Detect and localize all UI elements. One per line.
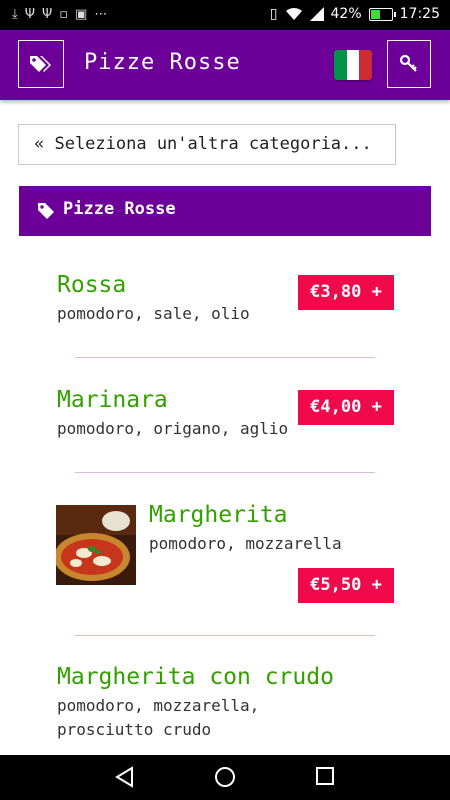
product-description: pomodoro, mozzarella <box>149 534 342 553</box>
product-name: Marinara <box>57 387 168 413</box>
add-to-cart-button[interactable]: €4,00 + <box>298 390 394 425</box>
product-description: pomodoro, mozzarella, prosciutto crudo <box>57 696 260 739</box>
wifi-icon <box>285 7 302 20</box>
divider <box>75 635 375 636</box>
photo-icon: ▣ <box>75 7 88 22</box>
battery-fill <box>370 9 380 19</box>
navigation-bar <box>0 755 450 800</box>
add-to-cart-button[interactable]: €5,50 + <box>298 568 394 603</box>
section-header: Pizze Rosse <box>19 186 431 236</box>
product-description: pomodoro, sale, olio <box>57 304 250 323</box>
usb-icon: Ψ <box>24 7 35 22</box>
flag-stripe <box>334 50 347 80</box>
status-right: ▯ 42% 17:25 <box>270 6 440 22</box>
clock: 17:25 <box>399 6 440 22</box>
tag-icon <box>38 203 54 219</box>
app-bar: Pizze Rosse <box>0 30 450 100</box>
product-name: Margherita <box>149 502 288 528</box>
divider <box>75 472 375 473</box>
battery-icon <box>368 7 396 21</box>
usb-icon: Ψ <box>41 7 53 22</box>
product-name: Margherita con crudo <box>57 664 334 690</box>
back-icon[interactable] <box>114 766 136 788</box>
pizza-image <box>56 505 136 585</box>
page-title: Pizze Rosse <box>84 50 241 75</box>
battery-percent: 42% <box>330 6 362 22</box>
key-icon <box>399 54 417 72</box>
product-description: pomodoro, origano, aglio <box>57 419 289 438</box>
login-button[interactable] <box>387 40 431 88</box>
signal-icon <box>309 7 324 21</box>
divider <box>75 357 375 358</box>
vibrate-icon: ▯ <box>269 6 278 22</box>
flag-stripe <box>346 50 360 80</box>
status-bar: ⤓ Ψ Ψ ▫ ▣ ⋯ ▯ 42% 17:25 <box>0 0 450 30</box>
add-to-cart-button[interactable]: €3,80 + <box>298 275 394 310</box>
select-category-button[interactable]: « Seleziona un'altra categoria... <box>18 124 396 165</box>
home-icon[interactable] <box>214 766 236 788</box>
sim-icon: ▫ <box>59 7 69 22</box>
download-icon: ⤓ <box>12 7 18 22</box>
flag-stripe <box>359 50 372 80</box>
recent-apps-icon[interactable] <box>315 766 335 786</box>
product-name: Rossa <box>57 272 127 298</box>
notification-icons: ⤓ Ψ Ψ ▫ ▣ ⋯ <box>12 7 107 22</box>
more-notifications-icon: ⋯ <box>94 7 108 22</box>
categories-button[interactable] <box>18 40 64 88</box>
tags-icon <box>30 56 51 72</box>
language-flag-button[interactable] <box>334 50 372 80</box>
pizza-thumbnail[interactable] <box>56 505 136 585</box>
section-title: Pizze Rosse <box>63 199 176 219</box>
